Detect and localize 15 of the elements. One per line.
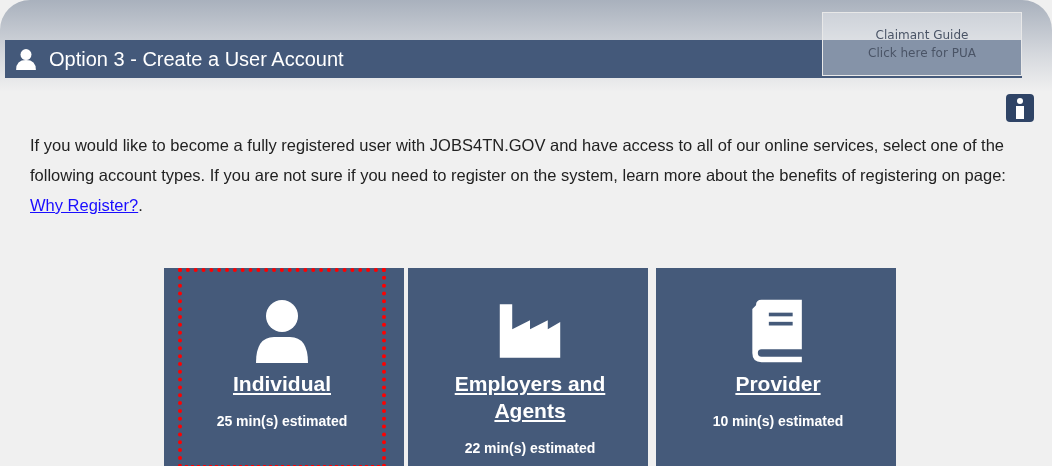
intro-paragraph: If you would like to become a fully registered user with JOBS4TN.GOV and have access to all of our online services, select one of the following account types. If you are not sure if you need to register on the system, learn more about the benefits of registering on page: Why Register?.: [30, 135, 1007, 216]
account-type-card[interactable]: Provider 10 min(s) estimated: [656, 268, 896, 466]
reflected-text: Claimant Guide: [875, 28, 969, 42]
time-estimate: 10 min(s) estimated: [712, 413, 844, 429]
time-estimate: 25 min(s) estimated: [216, 413, 348, 429]
account-type-title: Employers and Agents: [453, 371, 607, 424]
time-estimate: 22 min(s) estimated: [464, 440, 596, 456]
section-title: Option 3 - Create a User Account: [49, 47, 344, 71]
account-type-title: Provider: [734, 371, 822, 397]
info-icon[interactable]: [1006, 94, 1034, 122]
account-type-card[interactable]: Employers and Agents 22 min(s) estimated: [408, 268, 648, 466]
why-register-link[interactable]: Why Register?: [30, 196, 139, 214]
account-type-title: Individual: [232, 371, 332, 397]
reflected-text: Click here for PUA: [868, 46, 976, 60]
user-icon: [15, 48, 37, 70]
